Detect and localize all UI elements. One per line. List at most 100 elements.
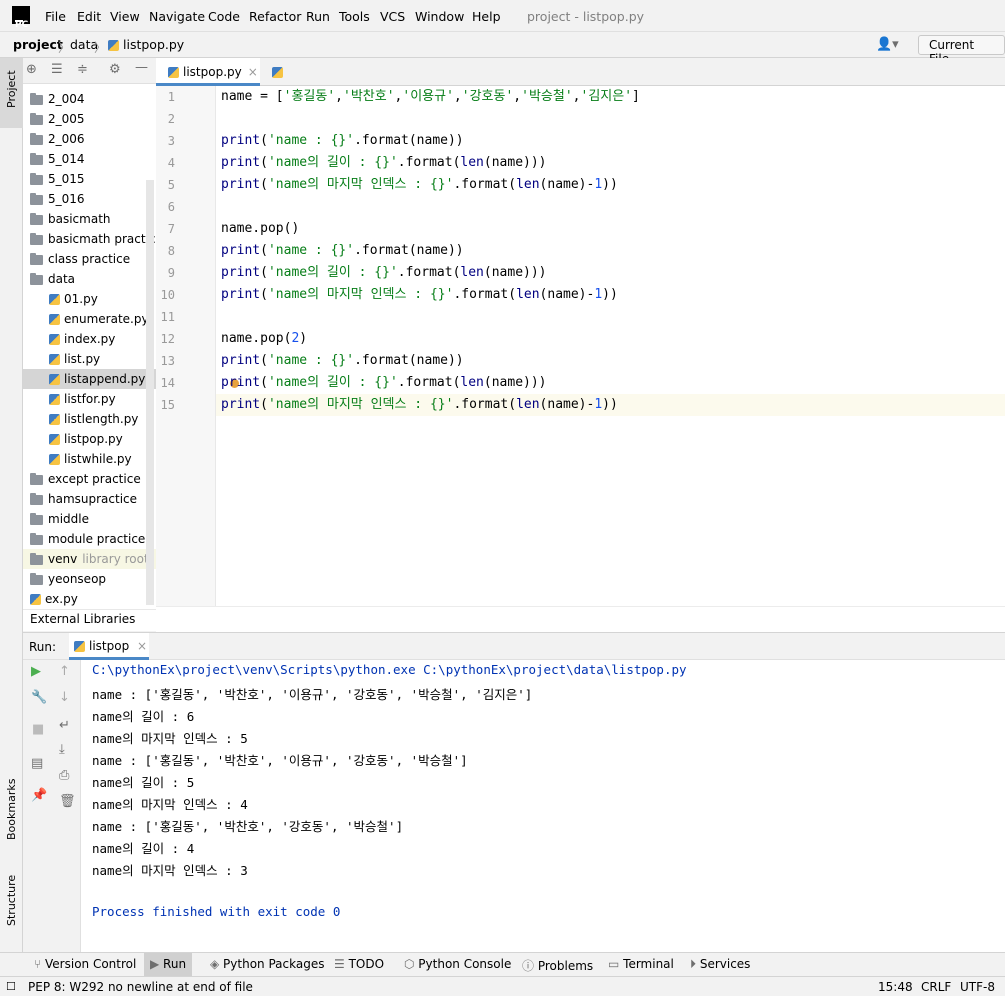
status-icon[interactable]: ☐: [6, 980, 16, 993]
tree-item[interactable]: hamsupractice: [23, 489, 156, 509]
tree-item[interactable]: class practice: [23, 249, 156, 269]
menu-view[interactable]: View: [110, 9, 140, 24]
bottom-tab-problems[interactable]: ⓘ Problems: [522, 957, 593, 974]
menu-run[interactable]: Run: [306, 9, 330, 24]
close-icon[interactable]: ×: [137, 639, 147, 653]
tree-item[interactable]: yeonseop: [23, 569, 156, 589]
tree-item[interactable]: 2_004: [23, 89, 156, 109]
bottom-tab-run[interactable]: ▶ Run: [144, 953, 193, 976]
bottom-tab-todo[interactable]: ☰ TODO: [334, 957, 384, 971]
code-line[interactable]: print('name : {}'.format(name)): [221, 350, 464, 372]
tree-item[interactable]: basicmath: [23, 209, 156, 229]
tree-item[interactable]: except practice: [23, 469, 156, 489]
tree-item[interactable]: 01.py: [23, 289, 156, 309]
tree-item[interactable]: listappend.py: [23, 369, 156, 389]
wrench-icon[interactable]: 🔧: [31, 690, 47, 705]
folder-icon: [30, 532, 43, 545]
menu-window[interactable]: Window: [415, 9, 464, 24]
external-libraries-item[interactable]: External Libraries: [23, 609, 156, 631]
code-line[interactable]: name = ['홍길동','박찬호','이용규','강호동','박승철','김…: [221, 86, 640, 108]
code-line[interactable]: print('name : {}'.format(name)): [221, 130, 464, 152]
code-line[interactable]: print('name의 마지막 인덱스 : {}'.format(len(na…: [221, 394, 618, 416]
scroll-to-end-icon[interactable]: ⤓: [59, 742, 65, 757]
bookmarks-tool-label[interactable]: Bookmarks: [5, 779, 18, 840]
tree-item[interactable]: basicmath practice: [23, 229, 156, 249]
collapse-all-icon[interactable]: ≑: [77, 62, 88, 77]
bottom-tab-python-console[interactable]: ⬡ Python Console: [404, 957, 511, 971]
menu-tools[interactable]: Tools: [339, 9, 370, 24]
python-file-icon: [49, 334, 60, 345]
project-tool-button[interactable]: Project: [0, 58, 23, 128]
tree-item[interactable]: 2_006: [23, 129, 156, 149]
menu-help[interactable]: Help: [472, 9, 501, 24]
tree-item[interactable]: middle: [23, 509, 156, 529]
code-line[interactable]: print('name의 길이 : {}'.format(len(name))): [221, 262, 547, 284]
tree-item[interactable]: listfor.py: [23, 389, 156, 409]
code-editor[interactable]: name = ['홍길동','박찬호','이용규','강호동','박승철','김…: [216, 86, 1005, 606]
caret-position[interactable]: 15:48: [878, 980, 913, 994]
layout-icon[interactable]: ▤: [31, 756, 43, 771]
tree-item[interactable]: index.py: [23, 329, 156, 349]
run-config-select[interactable]: Current File: [918, 35, 1005, 66]
tree-item[interactable]: data: [23, 269, 156, 289]
line-number: 9: [167, 266, 175, 280]
tree-item[interactable]: 2_005: [23, 109, 156, 129]
code-line[interactable]: name.pop(2): [221, 328, 307, 350]
line-separator[interactable]: CRLF: [921, 980, 951, 994]
gear-icon[interactable]: ⚙: [109, 62, 121, 77]
locate-icon[interactable]: ⊕: [26, 62, 37, 77]
user-icon[interactable]: 👤▾: [876, 37, 899, 52]
menu-edit[interactable]: Edit: [77, 9, 101, 24]
run-console[interactable]: C:\pythonEx\project\venv\Scripts\python.…: [81, 660, 1005, 952]
code-line[interactable]: print('name의 길이 : {}'.format(len(name))): [221, 372, 547, 394]
file-encoding[interactable]: UTF-8: [960, 980, 995, 994]
stop-icon[interactable]: ■: [32, 722, 44, 737]
tree-item[interactable]: enumerate.py: [23, 309, 156, 329]
code-line[interactable]: print('name의 길이 : {}'.format(len(name))): [221, 152, 547, 174]
menu-refactor[interactable]: Refactor: [249, 9, 301, 24]
pin-icon[interactable]: 📌: [31, 788, 47, 803]
up-arrow-icon[interactable]: ↑: [59, 664, 70, 679]
bottom-tab-services[interactable]: ⏵ Services: [690, 957, 750, 972]
tree-item[interactable]: 5_016: [23, 189, 156, 209]
code-line[interactable]: print('name의 마지막 인덱스 : {}'.format(len(na…: [221, 174, 618, 196]
code-line[interactable]: print('name의 마지막 인덱스 : {}'.format(len(na…: [221, 284, 618, 306]
tree-item[interactable]: 5_015: [23, 169, 156, 189]
tree-item[interactable]: ex.py: [23, 589, 156, 609]
tree-item[interactable]: listlength.py: [23, 409, 156, 429]
console-line: Process finished with exit code 0: [92, 904, 341, 919]
tree-scrollbar[interactable]: [146, 180, 154, 605]
menu-navigate[interactable]: Navigate: [149, 9, 205, 24]
hide-icon[interactable]: —: [135, 60, 148, 75]
down-arrow-icon[interactable]: ↓: [59, 690, 70, 705]
print-icon[interactable]: ⎙: [59, 768, 69, 783]
expand-all-icon[interactable]: ☰: [51, 62, 63, 77]
soft-wrap-icon[interactable]: ↵: [59, 718, 70, 733]
menu-file[interactable]: File: [45, 9, 66, 24]
tree-item[interactable]: module practice: [23, 529, 156, 549]
bottom-tab-python-packages[interactable]: ◈ Python Packages: [210, 957, 324, 971]
menu-code[interactable]: Code: [208, 9, 240, 24]
tree-item-label: ex.py: [45, 592, 78, 606]
bottom-tab-version-control[interactable]: ⑂ Version Control: [34, 957, 136, 971]
tree-item[interactable]: listwhile.py: [23, 449, 156, 469]
code-line[interactable]: print('name : {}'.format(name)): [221, 240, 464, 262]
trash-icon[interactable]: 🗑: [59, 794, 76, 809]
console-line: name의 길이 : 5: [92, 775, 195, 790]
code-line[interactable]: name.pop(): [221, 218, 299, 240]
run-tab-listpop[interactable]: listpop ×: [69, 633, 149, 660]
breadcrumb-file[interactable]: listpop.py: [108, 37, 184, 52]
structure-tool-label[interactable]: Structure: [5, 875, 18, 926]
rerun-icon[interactable]: ▶: [31, 664, 41, 679]
menu-vcs[interactable]: VCS: [380, 9, 405, 24]
close-icon[interactable]: ×: [248, 65, 258, 79]
bottom-tab-terminal[interactable]: ▭ Terminal: [608, 957, 674, 971]
editor-tab-listpop[interactable]: listpop.py ×: [156, 58, 260, 86]
breadcrumb-project[interactable]: project: [13, 37, 63, 52]
tree-item[interactable]: listpop.py: [23, 429, 156, 449]
tree-item[interactable]: list.py: [23, 349, 156, 369]
folder-icon: [30, 152, 43, 165]
editor-tab-listappend[interactable]: listappend.py×: [260, 58, 372, 107]
tree-item[interactable]: venv library root: [23, 549, 156, 569]
tree-item[interactable]: 5_014: [23, 149, 156, 169]
